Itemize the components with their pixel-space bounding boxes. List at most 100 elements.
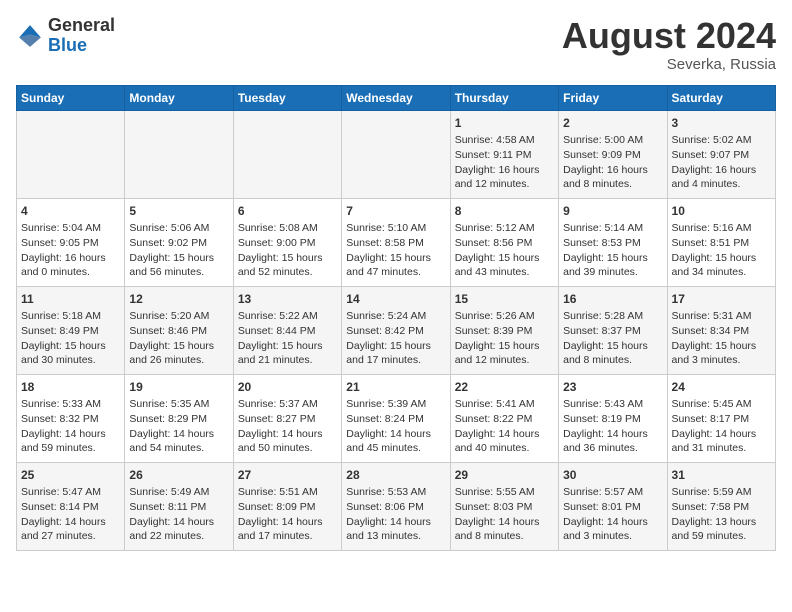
day-info-line: Daylight: 13 hours bbox=[672, 515, 771, 530]
day-number: 29 bbox=[455, 467, 554, 484]
day-number: 10 bbox=[672, 203, 771, 220]
day-info-line: and 3 minutes. bbox=[563, 529, 662, 544]
day-info-line: Sunset: 8:53 PM bbox=[563, 236, 662, 251]
day-info-line: and 43 minutes. bbox=[455, 265, 554, 280]
calendar-day-cell: 11Sunrise: 5:18 AMSunset: 8:49 PMDayligh… bbox=[17, 286, 125, 374]
day-info-line: Sunrise: 5:47 AM bbox=[21, 485, 120, 500]
day-info-line: Sunset: 8:58 PM bbox=[346, 236, 445, 251]
day-info-line: Sunset: 9:11 PM bbox=[455, 148, 554, 163]
day-info-line: Sunrise: 5:41 AM bbox=[455, 397, 554, 412]
weekday-header-row: SundayMondayTuesdayWednesdayThursdayFrid… bbox=[17, 85, 776, 110]
day-info-line: and 59 minutes. bbox=[672, 529, 771, 544]
weekday-header-wednesday: Wednesday bbox=[342, 85, 450, 110]
day-info-line: Daylight: 15 hours bbox=[563, 251, 662, 266]
day-info-line: Sunset: 7:58 PM bbox=[672, 500, 771, 515]
calendar-day-cell: 3Sunrise: 5:02 AMSunset: 9:07 PMDaylight… bbox=[667, 110, 775, 198]
day-info-line: Sunset: 8:51 PM bbox=[672, 236, 771, 251]
day-info-line: Sunset: 8:03 PM bbox=[455, 500, 554, 515]
day-info-line: Daylight: 15 hours bbox=[455, 251, 554, 266]
day-number: 8 bbox=[455, 203, 554, 220]
day-info-line: Sunrise: 5:18 AM bbox=[21, 309, 120, 324]
day-info-line: Daylight: 14 hours bbox=[129, 515, 228, 530]
day-info-line: and 8 minutes. bbox=[455, 529, 554, 544]
day-info-line: Daylight: 14 hours bbox=[346, 427, 445, 442]
day-number: 6 bbox=[238, 203, 337, 220]
day-number: 20 bbox=[238, 379, 337, 396]
day-info-line: Daylight: 15 hours bbox=[238, 251, 337, 266]
logo-text: General Blue bbox=[48, 16, 115, 56]
day-info-line: Daylight: 15 hours bbox=[346, 251, 445, 266]
day-info-line: Sunrise: 5:59 AM bbox=[672, 485, 771, 500]
day-info-line: Daylight: 16 hours bbox=[672, 163, 771, 178]
calendar-day-cell: 28Sunrise: 5:53 AMSunset: 8:06 PMDayligh… bbox=[342, 462, 450, 550]
day-number: 5 bbox=[129, 203, 228, 220]
day-info-line: Daylight: 14 hours bbox=[672, 427, 771, 442]
day-number: 31 bbox=[672, 467, 771, 484]
weekday-header-sunday: Sunday bbox=[17, 85, 125, 110]
title-block: August 2024 Severka, Russia bbox=[562, 16, 776, 73]
day-info-line: Daylight: 16 hours bbox=[21, 251, 120, 266]
day-number: 14 bbox=[346, 291, 445, 308]
day-info-line: Sunrise: 5:57 AM bbox=[563, 485, 662, 500]
day-info-line: Sunset: 8:29 PM bbox=[129, 412, 228, 427]
logo-icon bbox=[16, 22, 44, 50]
day-info-line: Sunset: 8:14 PM bbox=[21, 500, 120, 515]
day-info-line: Sunset: 8:01 PM bbox=[563, 500, 662, 515]
day-info-line: Sunrise: 5:04 AM bbox=[21, 221, 120, 236]
weekday-header-friday: Friday bbox=[559, 85, 667, 110]
calendar-day-cell: 30Sunrise: 5:57 AMSunset: 8:01 PMDayligh… bbox=[559, 462, 667, 550]
day-info-line: Daylight: 14 hours bbox=[455, 515, 554, 530]
day-info-line: Sunset: 9:05 PM bbox=[21, 236, 120, 251]
day-info-line: Sunrise: 5:10 AM bbox=[346, 221, 445, 236]
day-info-line: Sunrise: 5:00 AM bbox=[563, 133, 662, 148]
day-info-line: Sunrise: 5:24 AM bbox=[346, 309, 445, 324]
day-info-line: Daylight: 14 hours bbox=[238, 515, 337, 530]
day-info-line: Sunset: 8:06 PM bbox=[346, 500, 445, 515]
day-info-line: and 31 minutes. bbox=[672, 441, 771, 456]
location-subtitle: Severka, Russia bbox=[562, 56, 776, 73]
day-info-line: Sunset: 8:42 PM bbox=[346, 324, 445, 339]
day-info-line: and 45 minutes. bbox=[346, 441, 445, 456]
page-header: General Blue August 2024 Severka, Russia bbox=[16, 16, 776, 73]
calendar-day-cell: 24Sunrise: 5:45 AMSunset: 8:17 PMDayligh… bbox=[667, 374, 775, 462]
calendar-day-cell: 15Sunrise: 5:26 AMSunset: 8:39 PMDayligh… bbox=[450, 286, 558, 374]
day-info-line: Daylight: 15 hours bbox=[346, 339, 445, 354]
day-info-line: Sunrise: 4:58 AM bbox=[455, 133, 554, 148]
calendar-day-cell: 4Sunrise: 5:04 AMSunset: 9:05 PMDaylight… bbox=[17, 198, 125, 286]
day-number: 30 bbox=[563, 467, 662, 484]
day-info-line: and 17 minutes. bbox=[238, 529, 337, 544]
day-info-line: Daylight: 15 hours bbox=[563, 339, 662, 354]
calendar-day-cell: 1Sunrise: 4:58 AMSunset: 9:11 PMDaylight… bbox=[450, 110, 558, 198]
day-number: 3 bbox=[672, 115, 771, 132]
calendar-week-row: 18Sunrise: 5:33 AMSunset: 8:32 PMDayligh… bbox=[17, 374, 776, 462]
day-info-line: Sunset: 8:11 PM bbox=[129, 500, 228, 515]
calendar-day-cell: 31Sunrise: 5:59 AMSunset: 7:58 PMDayligh… bbox=[667, 462, 775, 550]
day-info-line: Daylight: 16 hours bbox=[455, 163, 554, 178]
day-info-line: Sunrise: 5:20 AM bbox=[129, 309, 228, 324]
day-info-line: and 36 minutes. bbox=[563, 441, 662, 456]
day-info-line: Sunrise: 5:16 AM bbox=[672, 221, 771, 236]
calendar-day-cell: 13Sunrise: 5:22 AMSunset: 8:44 PMDayligh… bbox=[233, 286, 341, 374]
calendar-week-row: 25Sunrise: 5:47 AMSunset: 8:14 PMDayligh… bbox=[17, 462, 776, 550]
day-info-line: Sunrise: 5:55 AM bbox=[455, 485, 554, 500]
day-info-line: Daylight: 14 hours bbox=[129, 427, 228, 442]
day-info-line: and 27 minutes. bbox=[21, 529, 120, 544]
day-info-line: Sunset: 8:32 PM bbox=[21, 412, 120, 427]
day-info-line: Daylight: 15 hours bbox=[129, 251, 228, 266]
day-info-line: Daylight: 15 hours bbox=[455, 339, 554, 354]
calendar-day-cell: 8Sunrise: 5:12 AMSunset: 8:56 PMDaylight… bbox=[450, 198, 558, 286]
calendar-day-cell: 14Sunrise: 5:24 AMSunset: 8:42 PMDayligh… bbox=[342, 286, 450, 374]
day-info-line: and 56 minutes. bbox=[129, 265, 228, 280]
calendar-day-cell: 23Sunrise: 5:43 AMSunset: 8:19 PMDayligh… bbox=[559, 374, 667, 462]
calendar-day-cell bbox=[125, 110, 233, 198]
day-info-line: and 50 minutes. bbox=[238, 441, 337, 456]
calendar-day-cell: 17Sunrise: 5:31 AMSunset: 8:34 PMDayligh… bbox=[667, 286, 775, 374]
day-number: 26 bbox=[129, 467, 228, 484]
calendar-day-cell: 5Sunrise: 5:06 AMSunset: 9:02 PMDaylight… bbox=[125, 198, 233, 286]
calendar-day-cell: 20Sunrise: 5:37 AMSunset: 8:27 PMDayligh… bbox=[233, 374, 341, 462]
day-info-line: Sunset: 8:44 PM bbox=[238, 324, 337, 339]
weekday-header-saturday: Saturday bbox=[667, 85, 775, 110]
day-number: 2 bbox=[563, 115, 662, 132]
day-info-line: Sunrise: 5:14 AM bbox=[563, 221, 662, 236]
day-number: 1 bbox=[455, 115, 554, 132]
